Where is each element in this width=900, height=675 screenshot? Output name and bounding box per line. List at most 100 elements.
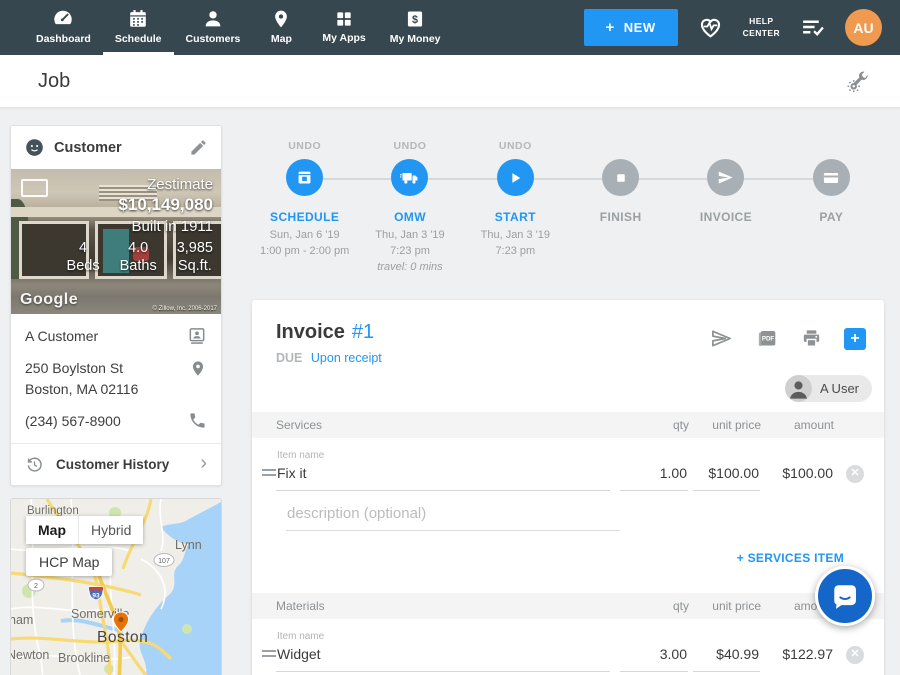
map-type-hybrid-button[interactable]: Hybrid <box>78 516 143 544</box>
qty-input[interactable] <box>620 646 688 672</box>
job-settings-button[interactable] <box>847 70 870 93</box>
section-title: Materials <box>276 599 621 613</box>
invoice-card: Invoice #1 DUE Upon receipt PDF <box>252 300 884 675</box>
step-date-line1: Thu, Jan 3 '19 <box>375 228 444 244</box>
remove-item-button[interactable]: ✕ <box>846 646 864 664</box>
nav-item-map[interactable]: Map <box>252 0 310 55</box>
due-value-link[interactable]: Upon receipt <box>311 351 382 365</box>
unit-price-input[interactable] <box>693 646 760 672</box>
remove-item-button[interactable]: ✕ <box>846 465 864 483</box>
map-label-waltham: ham <box>11 613 33 627</box>
step-date-line2: 7:23 pm <box>481 244 550 260</box>
finish-step-button[interactable] <box>602 159 639 196</box>
truck-icon <box>400 168 420 188</box>
qty-header: qty <box>621 599 689 613</box>
map-type-map-button[interactable]: Map <box>26 516 78 544</box>
timeline-step-invoice: INVOICE <box>673 140 778 276</box>
services-section-header: Services qty unit price amount <box>252 412 884 438</box>
checklist-icon[interactable] <box>800 15 825 40</box>
help-center-line2: CENTER <box>743 28 780 39</box>
map-label-newton: Newton <box>11 648 49 662</box>
step-date-line1: Thu, Jan 3 '19 <box>481 228 550 244</box>
step-label: START <box>495 210 536 224</box>
nav-item-dashboard[interactable]: Dashboard <box>24 0 103 55</box>
step-date: Thu, Jan 3 '19 7:23 pm <box>481 228 550 260</box>
help-center-link[interactable]: HELP CENTER <box>743 16 780 38</box>
top-navbar: Dashboard Schedule Customers Map My Apps… <box>0 0 900 55</box>
street-view-icon[interactable] <box>21 179 48 197</box>
google-watermark: Google <box>20 291 78 309</box>
nav-item-my-money[interactable]: $ My Money <box>378 0 453 55</box>
property-photo[interactable]: Zestimate $10,149,080 Built in 1911 4 Be… <box>11 169 221 314</box>
invoice-number[interactable]: #1 <box>352 321 374 344</box>
item-name-column: Item name <box>276 450 610 491</box>
stat-value: 3,985 <box>177 240 213 256</box>
close-column: ✕ <box>841 465 869 491</box>
customer-card-header: Customer <box>11 126 221 169</box>
pencil-icon <box>189 138 208 157</box>
add-services-item-link[interactable]: + SERVICES ITEM <box>737 551 844 565</box>
customer-name-row: A Customer <box>25 326 207 346</box>
contact-card-icon[interactable] <box>187 326 207 346</box>
chat-bubble-button[interactable] <box>815 566 875 626</box>
map-card[interactable]: 107 2 93 Burlington Lynn Somerville ham <box>10 498 222 675</box>
svg-text:107: 107 <box>158 558 170 565</box>
heart-pulse-icon[interactable] <box>698 15 723 40</box>
svg-text:$: $ <box>412 13 418 25</box>
phone-icon[interactable] <box>188 411 207 430</box>
step-label: OMW <box>394 210 426 224</box>
qty-column <box>620 646 688 672</box>
edit-customer-button[interactable] <box>189 138 208 157</box>
new-button-label: NEW <box>624 20 656 35</box>
undo-link[interactable]: UNDO <box>394 140 427 155</box>
zestimate-overlay: Zestimate $10,149,080 Built in 1911 4 Be… <box>67 176 213 274</box>
plus-icon: + <box>850 331 859 347</box>
nav-item-customers[interactable]: Customers <box>174 0 253 55</box>
stat-label: Beds <box>67 258 100 274</box>
step-date-line2: 1:00 pm - 2:00 pm <box>260 244 349 260</box>
page-header: Job <box>0 55 900 108</box>
pay-step-button[interactable] <box>813 159 850 196</box>
assigned-user-chip[interactable]: A User <box>785 375 872 402</box>
nav-item-my-apps[interactable]: My Apps <box>310 0 377 55</box>
item-name-input[interactable] <box>276 465 610 491</box>
svg-text:PDF: PDF <box>762 335 775 342</box>
qty-input[interactable] <box>620 465 688 491</box>
omw-step-button[interactable] <box>391 159 428 196</box>
schedule-step-button[interactable] <box>286 159 323 196</box>
apps-grid-icon <box>334 9 354 29</box>
invoice-due-row: DUE Upon receipt <box>276 351 709 365</box>
add-invoice-button[interactable]: + <box>844 328 866 350</box>
map-label-boston: Boston <box>97 629 148 646</box>
step-date: Sun, Jan 6 '19 1:00 pm - 2:00 pm <box>260 228 349 260</box>
new-button[interactable]: + NEW <box>584 9 678 46</box>
invoice-title-block: Invoice #1 DUE Upon receipt <box>276 321 709 365</box>
drag-handle-icon[interactable] <box>262 469 276 479</box>
invoice-step-button[interactable] <box>707 159 744 196</box>
send-invoice-button[interactable] <box>709 327 734 350</box>
left-column: Customer Zestimate $10,149,080 Built <box>10 108 222 675</box>
customers-icon <box>202 8 224 30</box>
zestimate-label: Zestimate <box>67 176 213 193</box>
job-timeline: UNDO SCHEDULE Sun, Jan 6 '19 1:00 pm - 2… <box>252 140 884 276</box>
customer-address: 250 Boylston St Boston, MA 02116 <box>25 358 189 399</box>
drag-handle-icon[interactable] <box>262 650 276 660</box>
customer-history-row[interactable]: Customer History › <box>11 443 221 485</box>
customer-address-row: 250 Boylston St Boston, MA 02116 <box>25 358 207 399</box>
close-icon: ✕ <box>850 468 859 479</box>
undo-link[interactable]: UNDO <box>288 140 321 155</box>
start-step-button[interactable] <box>497 159 534 196</box>
item-name-input[interactable] <box>276 646 610 672</box>
nav-item-schedule[interactable]: Schedule <box>103 0 174 55</box>
location-pin-icon[interactable] <box>189 358 207 379</box>
user-avatar[interactable]: AU <box>845 9 882 46</box>
customer-phone-row: (234) 567-8900 <box>25 411 207 431</box>
print-button[interactable] <box>800 327 823 350</box>
customer-card: Customer Zestimate $10,149,080 Built <box>10 125 222 486</box>
pdf-button[interactable]: PDF <box>755 327 779 351</box>
description-input[interactable] <box>286 505 620 531</box>
unit-price-input[interactable] <box>693 465 760 491</box>
undo-link[interactable]: UNDO <box>499 140 532 155</box>
hcp-map-button[interactable]: HCP Map <box>26 548 112 576</box>
avatar-initials: AU <box>853 20 873 36</box>
